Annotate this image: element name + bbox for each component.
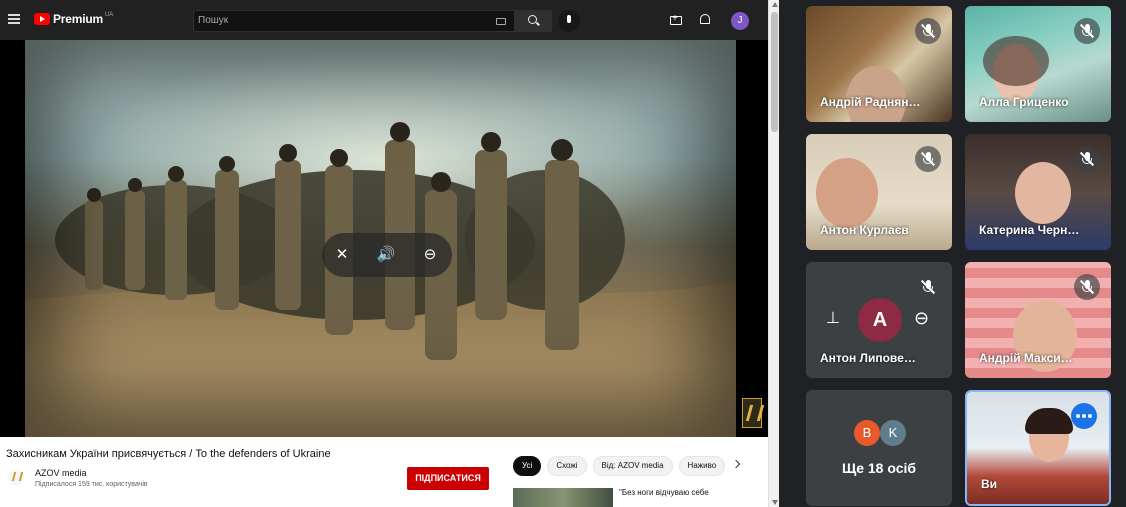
participant-name: Катерина Черн…	[979, 223, 1080, 237]
unpin-icon[interactable]: ✕	[332, 245, 352, 265]
scroll-down-icon[interactable]	[772, 500, 778, 505]
participant-name: Андрій Макси…	[979, 351, 1073, 365]
chevron-right-icon[interactable]	[731, 459, 741, 469]
others-avatar: K	[880, 420, 906, 446]
participant-hair	[983, 36, 1049, 86]
participant-name: Алла Гриценко	[979, 95, 1069, 109]
search-icon	[528, 15, 537, 24]
search-placeholder: Пошук	[198, 15, 229, 26]
muted-mic-icon	[1074, 274, 1100, 300]
muted-mic-icon	[915, 274, 941, 300]
participant-tile[interactable]: Алла Гриценко	[965, 6, 1111, 122]
page-scrollbar[interactable]	[768, 0, 779, 507]
participant-tile[interactable]: Катерина Черн…	[965, 134, 1111, 250]
filter-chips: Усі Схожі Від: AZOV media Наживо	[513, 456, 731, 476]
youtube-header: Premium UA Пошук J	[0, 0, 768, 40]
participant-face	[846, 66, 906, 122]
self-tile[interactable]: Ви	[965, 390, 1111, 506]
subscribe-button[interactable]: ПІДПИСАТИСЯ	[407, 467, 489, 490]
participant-name: Андрій Раднян…	[820, 95, 921, 109]
create-video-icon[interactable]	[670, 13, 682, 25]
participant-face	[1015, 162, 1071, 224]
others-tile[interactable]: B K Ще 18 осіб	[806, 390, 952, 506]
logo-region: UA	[104, 12, 114, 18]
keyboard-icon[interactable]	[496, 18, 506, 25]
muted-mic-icon	[1074, 146, 1100, 172]
participant-tile[interactable]: Андрій Раднян…	[806, 6, 952, 122]
video-info: Захисникам України присвячується / To th…	[0, 437, 768, 507]
others-count-label: Ще 18 осіб	[841, 460, 917, 476]
self-hair	[1025, 408, 1073, 434]
youtube-logo[interactable]: Premium UA	[34, 12, 113, 26]
channel-avatar[interactable]	[8, 469, 24, 485]
chip-related[interactable]: Схожі	[547, 456, 587, 476]
participant-face	[816, 158, 878, 228]
participant-tile[interactable]: Андрій Макси…	[965, 262, 1111, 378]
presentation-controls: ✕ 🔊 ⊖	[322, 233, 452, 277]
youtube-play-icon	[34, 13, 50, 25]
others-avatar: B	[854, 420, 880, 446]
channel-name[interactable]: AZOV media	[35, 468, 87, 478]
youtube-window: Premium UA Пошук J	[0, 0, 779, 507]
account-avatar[interactable]: J	[731, 12, 749, 30]
muted-mic-icon	[1074, 18, 1100, 44]
video-title: Захисникам України присвячується / To th…	[6, 448, 331, 460]
muted-mic-icon	[915, 18, 941, 44]
chip-from-channel[interactable]: Від: AZOV media	[592, 456, 673, 476]
search-input[interactable]: Пошук	[193, 10, 515, 32]
video-player[interactable]: ✕ 🔊 ⊖	[0, 40, 768, 437]
notifications-icon[interactable]	[700, 14, 710, 24]
scroll-up-icon[interactable]	[772, 2, 778, 7]
screen: Premium UA Пошук J	[0, 0, 1126, 507]
scrollbar-thumb[interactable]	[771, 12, 778, 132]
search-button[interactable]	[515, 10, 552, 32]
chip-all[interactable]: Усі	[513, 456, 542, 476]
menu-icon[interactable]	[8, 14, 20, 24]
participant-avatar: А	[858, 298, 902, 342]
channel-watermark-logo	[742, 398, 762, 428]
remove-icon[interactable]: ⊖	[420, 245, 440, 265]
participant-tile[interactable]: Антон Курлаєв	[806, 134, 952, 250]
participant-tile[interactable]: А ⊥ ⊖ Антон Липове…	[806, 262, 952, 378]
more-options-button[interactable]	[1071, 403, 1097, 429]
muted-mic-icon	[915, 146, 941, 172]
microphone-icon	[567, 15, 571, 23]
volume-icon[interactable]: 🔊	[376, 245, 396, 265]
participant-name: Антон Курлаєв	[820, 223, 909, 237]
remove-icon[interactable]: ⊖	[914, 308, 929, 329]
chip-live[interactable]: Наживо	[678, 456, 726, 476]
voice-search-button[interactable]	[558, 10, 580, 32]
channel-subscribers: Підписалося 159 тис. користувачів	[35, 481, 148, 488]
pin-icon[interactable]: ⊥	[826, 308, 840, 328]
recommended-title[interactable]: "Без ноги відчуваю себе	[619, 488, 709, 497]
participant-name: Антон Липове…	[820, 351, 916, 365]
self-name: Ви	[981, 477, 998, 491]
logo-text: Premium	[53, 12, 103, 26]
recommended-thumbnail[interactable]	[513, 488, 613, 507]
